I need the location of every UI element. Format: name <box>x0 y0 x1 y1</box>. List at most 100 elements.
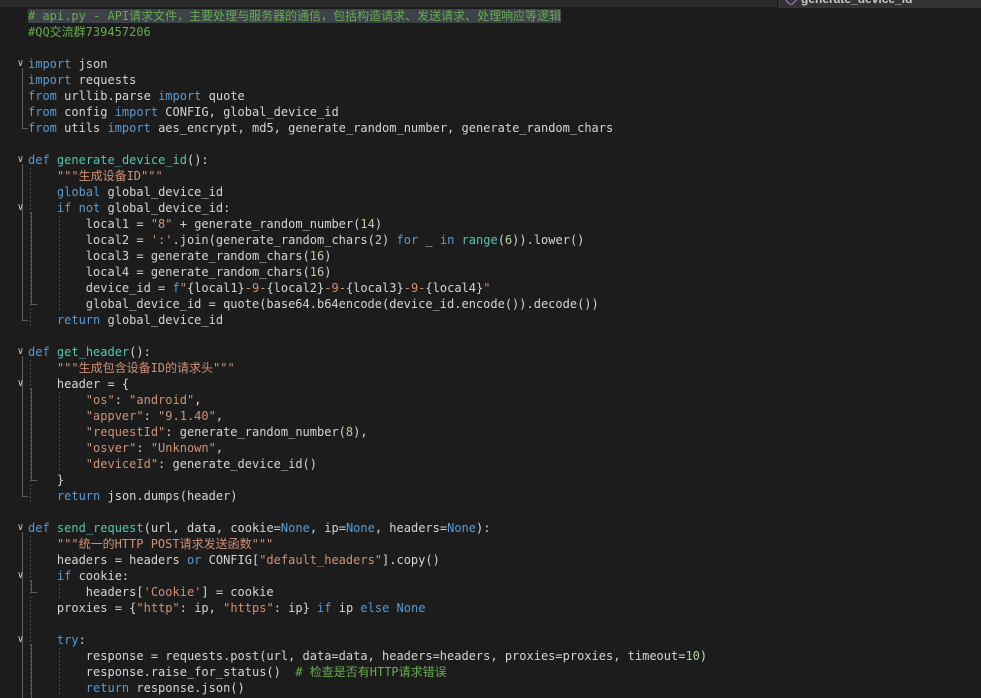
code-token: """生成包含设备ID的请求头""" <box>57 361 235 375</box>
code-line[interactable]: import requests <box>0 72 981 88</box>
code-token: json <box>71 57 107 71</box>
code-token: , <box>216 441 223 455</box>
code-line[interactable]: def send_request(url, data, cookie=None,… <box>0 520 981 536</box>
code-line[interactable]: return global_device_id <box>0 312 981 328</box>
code-token: global <box>57 185 100 199</box>
code-line[interactable]: header = { <box>0 376 981 392</box>
code-token: from <box>28 121 57 135</box>
code-line[interactable]: from utils import aes_encrypt, md5, gene… <box>0 120 981 136</box>
code-token: def <box>28 345 50 359</box>
code-token: ), <box>353 425 367 439</box>
code-token: ].copy() <box>382 553 440 567</box>
code-token: , ip= <box>310 521 346 535</box>
code-token: in <box>440 233 454 247</box>
code-token: : ip, <box>180 601 223 615</box>
code-line[interactable]: #QQ交流群739457206 <box>0 24 981 40</box>
code-token: "appver" <box>86 409 144 423</box>
code-token: f <box>173 281 180 295</box>
code-token: get_header <box>57 345 129 359</box>
code-token: ( <box>498 233 505 247</box>
code-line[interactable]: "requestId": generate_random_number(8), <box>0 424 981 440</box>
code-token: """生成设备ID""" <box>57 169 163 183</box>
code-token: local1 = <box>86 217 151 231</box>
code-token: 16 <box>310 249 324 263</box>
code-line[interactable] <box>0 616 981 632</box>
code-line[interactable]: def generate_device_id(): <box>0 152 981 168</box>
code-line[interactable]: """生成包含设备ID的请求头""" <box>0 360 981 376</box>
code-token: "default_headers" <box>259 553 382 567</box>
code-line[interactable]: local2 = ':'.join(generate_random_chars(… <box>0 232 981 248</box>
code-token: header = { <box>57 377 129 391</box>
code-token: not <box>79 201 101 215</box>
code-line[interactable]: "deviceId": generate_device_id() <box>0 456 981 472</box>
code-line[interactable] <box>0 504 981 520</box>
code-line[interactable]: global_device_id = quote(base64.b64encod… <box>0 296 981 312</box>
code-token: import <box>28 73 71 87</box>
code-line[interactable]: "osver": "Unknown", <box>0 440 981 456</box>
code-line[interactable]: local3 = generate_random_chars(16) <box>0 248 981 264</box>
symbol-breadcrumb-label: generate_device_id <box>801 0 912 6</box>
code-token: None <box>447 521 476 535</box>
code-line[interactable]: "os": "android", <box>0 392 981 408</box>
code-line[interactable]: if not global_device_id: <box>0 200 981 216</box>
code-token: local4 = generate_random_chars( <box>86 265 310 279</box>
code-token: (url, data, cookie= <box>144 521 281 535</box>
symbol-breadcrumb[interactable]: generate_device_id <box>777 0 981 8</box>
code-token: -9- <box>324 281 346 295</box>
code-token: else <box>360 601 389 615</box>
code-line[interactable]: def get_header(): <box>0 344 981 360</box>
code-line[interactable]: response.raise_for_status() # 检查是否有HTTP请… <box>0 664 981 680</box>
code-token: None <box>397 601 426 615</box>
code-token: if <box>317 601 331 615</box>
fold-chevron-icon[interactable]: ∨ <box>13 376 28 392</box>
code-line[interactable]: """生成设备ID""" <box>0 168 981 184</box>
code-token: requests <box>71 73 136 87</box>
fold-chevron-icon[interactable]: ∨ <box>13 344 28 360</box>
fold-chevron-icon[interactable]: ∨ <box>13 568 28 584</box>
code-token: try <box>57 633 79 647</box>
code-line[interactable] <box>0 328 981 344</box>
code-line[interactable]: import json <box>0 56 981 72</box>
code-token: "9.1.40" <box>158 409 216 423</box>
code-line[interactable]: local1 = "8" + generate_random_number(14… <box>0 216 981 232</box>
code-line[interactable]: from config import CONFIG, global_device… <box>0 104 981 120</box>
code-token: ] = cookie <box>201 585 273 599</box>
code-token: 10 <box>685 649 699 663</box>
code-token: headers = headers <box>57 553 187 567</box>
code-line[interactable]: try: <box>0 632 981 648</box>
code-line[interactable]: headers['Cookie'] = cookie <box>0 584 981 600</box>
fold-chevron-icon[interactable]: ∨ <box>13 632 28 648</box>
code-token: " <box>483 281 490 295</box>
code-token: (): <box>129 345 151 359</box>
code-token: "android" <box>129 393 194 407</box>
code-line[interactable]: proxies = {"http": ip, "https": ip} if i… <box>0 600 981 616</box>
code-line[interactable]: local4 = generate_random_chars(16) <box>0 264 981 280</box>
fold-chevron-icon[interactable]: ∨ <box>13 152 28 168</box>
fold-chevron-icon[interactable]: ∨ <box>13 520 28 536</box>
code-token <box>389 601 396 615</box>
code-token: -9- <box>404 281 426 295</box>
code-line[interactable]: return json.dumps(header) <box>0 488 981 504</box>
code-line[interactable]: from urllib.parse import quote <box>0 88 981 104</box>
code-line[interactable]: # api.py - API请求文件，主要处理与服务器的通信，包括构造请求、发送… <box>0 8 981 24</box>
code-token: {local4} <box>425 281 483 295</box>
code-token: # 检查是否有HTTP请求错误 <box>295 665 446 679</box>
code-editor[interactable]: # api.py - API请求文件，主要处理与服务器的通信，包括构造请求、发送… <box>0 8 981 698</box>
code-line[interactable]: return response.json() <box>0 680 981 696</box>
code-token: global_device_id = quote(base64.b64encod… <box>86 297 599 311</box>
code-line[interactable]: device_id = f"{local1}-9-{local2}-9-{loc… <box>0 280 981 296</box>
code-line[interactable] <box>0 40 981 56</box>
fold-chevron-icon[interactable]: ∨ <box>13 56 28 72</box>
code-token: 16 <box>310 265 324 279</box>
code-token: : <box>79 633 86 647</box>
code-line[interactable]: "appver": "9.1.40", <box>0 408 981 424</box>
code-line[interactable]: """统一的HTTP POST请求发送函数""" <box>0 536 981 552</box>
code-line[interactable]: } <box>0 472 981 488</box>
fold-chevron-icon[interactable]: ∨ <box>13 200 28 216</box>
code-line[interactable]: headers = headers or CONFIG["default_hea… <box>0 552 981 568</box>
code-line[interactable]: if cookie: <box>0 568 981 584</box>
code-line[interactable] <box>0 136 981 152</box>
code-line[interactable]: global global_device_id <box>0 184 981 200</box>
code-token: #QQ交流群739457206 <box>28 25 151 39</box>
code-line[interactable]: response = requests.post(url, data=data,… <box>0 648 981 664</box>
